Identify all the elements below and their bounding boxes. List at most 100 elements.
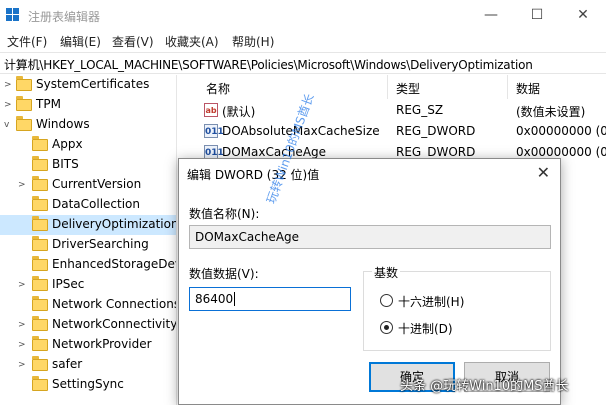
expand-chevron-icon[interactable]: > xyxy=(18,319,28,331)
value-name-field: DOMaxCacheAge xyxy=(189,225,551,249)
value-data: 0x00000000 (0) xyxy=(516,124,606,138)
expand-chevron-icon[interactable] xyxy=(18,259,28,271)
tree-item-label: Windows xyxy=(36,117,90,131)
menu-edit[interactable]: 编辑(E) xyxy=(60,33,101,50)
tree-item-label: NetworkProvider xyxy=(52,337,152,351)
address-path[interactable]: 计算机\HKEY_LOCAL_MACHINE\SOFTWARE\Policies… xyxy=(4,56,533,73)
dialog-close-icon[interactable]: ✕ xyxy=(537,163,550,182)
tree-item-label: Network Connections xyxy=(52,297,176,311)
base-group-label: 基数 xyxy=(372,264,401,281)
menu-view[interactable]: 查看(V) xyxy=(112,33,154,50)
base-groupbox: 基数 十六进制(H) 十进制(D) xyxy=(363,264,551,351)
close-button[interactable]: ✕ xyxy=(560,0,606,30)
tree-item-label: CurrentVersion xyxy=(52,177,142,191)
tree-item[interactable]: DriverSearching xyxy=(0,235,176,255)
tree-item[interactable]: > TPM xyxy=(0,95,176,115)
value-row[interactable]: ab (默认) REG_SZ (数值未设置) xyxy=(198,100,606,121)
tree-item[interactable]: > IPSec xyxy=(0,275,176,295)
watermark-bottom: 头条 @玩转Win10的MS酋长 xyxy=(400,379,569,394)
key-tree[interactable]: > SystemCertificates > TPM v Windows App… xyxy=(0,75,176,405)
tree-item-label: SettingSync xyxy=(52,377,124,391)
expand-chevron-icon[interactable] xyxy=(18,239,28,251)
tree-item-label: DeliveryOptimization xyxy=(52,217,176,231)
folder-icon xyxy=(16,96,32,111)
tree-item-selected[interactable]: DeliveryOptimization xyxy=(0,215,176,235)
value-type: REG_DWORD xyxy=(396,124,476,138)
value-data: (数值未设置) xyxy=(516,105,586,119)
folder-icon xyxy=(32,336,48,351)
minimize-button[interactable]: — xyxy=(468,0,514,30)
menu-favorites[interactable]: 收藏夹(A) xyxy=(165,33,219,50)
tree-item[interactable]: v Windows xyxy=(0,115,176,135)
dec-radio[interactable] xyxy=(380,321,393,334)
tree-item-label: TPM xyxy=(36,97,61,111)
column-header-data[interactable]: 数据 xyxy=(508,75,606,99)
folder-icon xyxy=(32,236,48,251)
tree-item[interactable]: > CurrentVersion xyxy=(0,175,176,195)
collapse-chevron-icon[interactable]: v xyxy=(4,119,14,131)
menu-help[interactable]: 帮助(H) xyxy=(232,33,274,50)
column-header-type[interactable]: 类型 xyxy=(388,75,508,99)
folder-icon xyxy=(32,196,48,211)
expand-chevron-icon[interactable] xyxy=(18,379,28,391)
dec-radio-label[interactable]: 十进制(D) xyxy=(398,320,453,337)
expand-chevron-icon[interactable] xyxy=(18,199,28,211)
folder-icon xyxy=(32,156,48,171)
string-value-icon: ab xyxy=(204,103,218,117)
expand-chevron-icon[interactable]: > xyxy=(18,279,28,291)
value-name: DOMaxCacheAge xyxy=(222,145,327,159)
folder-icon xyxy=(32,276,48,291)
hex-radio-label[interactable]: 十六进制(H) xyxy=(398,293,464,310)
title-bar: 注册表编辑器 — ☐ ✕ xyxy=(0,0,606,30)
expand-chevron-icon[interactable]: > xyxy=(18,359,28,371)
regedit-app-icon xyxy=(6,8,21,22)
dword-value-icon: 011 xyxy=(204,145,224,159)
folder-icon xyxy=(32,376,48,391)
value-row[interactable]: 011 DOAbsoluteMaxCacheSize REG_DWORD 0x0… xyxy=(198,121,606,142)
address-bar[interactable]: 计算机\HKEY_LOCAL_MACHINE\SOFTWARE\Policies… xyxy=(0,52,606,74)
window-title: 注册表编辑器 xyxy=(28,10,101,24)
expand-chevron-icon[interactable]: > xyxy=(4,99,14,111)
expand-chevron-icon[interactable]: > xyxy=(18,179,28,191)
hex-radio[interactable] xyxy=(380,294,393,307)
folder-icon xyxy=(32,296,48,311)
menu-bar: 文件(F) 编辑(E) 查看(V) 收藏夹(A) 帮助(H) xyxy=(0,30,606,52)
tree-item[interactable]: BITS xyxy=(0,155,176,175)
dialog-title: 编辑 DWORD (32 位)值 xyxy=(187,168,320,182)
menu-file[interactable]: 文件(F) xyxy=(7,33,47,50)
expand-chevron-icon[interactable] xyxy=(18,299,28,311)
tree-item[interactable]: Appx xyxy=(0,135,176,155)
tree-item[interactable]: SettingSync xyxy=(0,375,176,395)
folder-icon xyxy=(32,176,48,191)
expand-chevron-icon[interactable] xyxy=(18,219,28,231)
expand-chevron-icon[interactable]: > xyxy=(4,79,14,91)
value-type: REG_DWORD xyxy=(396,145,476,159)
tree-item-label: SystemCertificates xyxy=(36,77,150,91)
expand-chevron-icon[interactable] xyxy=(18,139,28,151)
expand-chevron-icon[interactable]: > xyxy=(18,339,28,351)
tree-item[interactable]: EnhancedStorageDev xyxy=(0,255,176,275)
tree-item[interactable]: > NetworkConnectivityS xyxy=(0,315,176,335)
value-data-input[interactable]: 86400 xyxy=(189,287,351,311)
tree-item-label: NetworkConnectivityS xyxy=(52,317,176,331)
tree-item[interactable]: Network Connections xyxy=(0,295,176,315)
maximize-button[interactable]: ☐ xyxy=(514,0,560,30)
pane-splitter[interactable] xyxy=(176,75,177,405)
expand-chevron-icon[interactable] xyxy=(18,159,28,171)
folder-icon xyxy=(16,76,32,91)
folder-icon xyxy=(32,216,48,231)
folder-icon xyxy=(16,116,32,131)
value-data: 0x00000000 (0) xyxy=(516,145,606,159)
dword-value-icon: 011 xyxy=(204,124,224,138)
tree-item[interactable]: DataCollection xyxy=(0,195,176,215)
tree-item[interactable]: > SystemCertificates xyxy=(0,75,176,95)
column-header-name[interactable]: 名称 xyxy=(198,75,388,99)
value-type: REG_SZ xyxy=(396,103,444,117)
value-data-label: 数值数据(V): xyxy=(189,267,259,281)
tree-item[interactable]: > NetworkProvider xyxy=(0,335,176,355)
folder-icon xyxy=(32,136,48,151)
tree-item[interactable]: > safer xyxy=(0,355,176,375)
value-name-label: 数值名称(N): xyxy=(189,207,260,221)
tree-item-label: BITS xyxy=(52,157,79,171)
folder-icon xyxy=(32,356,48,371)
